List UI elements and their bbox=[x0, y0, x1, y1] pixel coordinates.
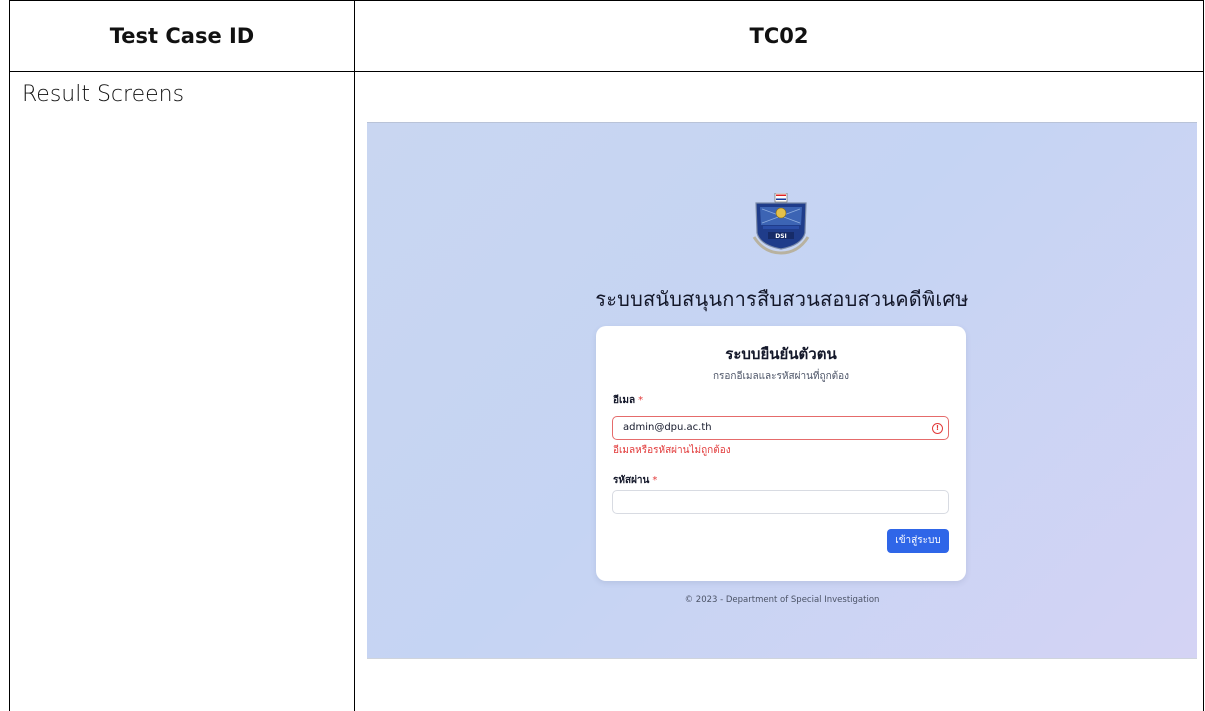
footer-copyright: © 2023 - Department of Special Investiga… bbox=[684, 595, 880, 605]
screenshot-divider bbox=[367, 658, 1197, 659]
test-case-id-value: TC02 bbox=[749, 24, 809, 48]
password-label-text: รหัสผ่าน bbox=[613, 475, 650, 486]
login-button[interactable]: เข้าสู่ระบบ bbox=[887, 529, 949, 553]
result-screens-label: Result Screens bbox=[22, 82, 185, 107]
error-icon: ! bbox=[932, 423, 943, 434]
card-title: ระบบยืนยันตัวตน bbox=[725, 345, 837, 363]
dsi-logo: DSI bbox=[752, 193, 810, 255]
password-field[interactable] bbox=[612, 490, 949, 514]
card-subtitle: กรอกอีเมลและรหัสผ่านที่ถูกต้อง bbox=[712, 371, 850, 382]
email-error-message: อีเมลหรือรหัสผ่านไม่ถูกต้อง bbox=[613, 445, 731, 456]
site-title: ระบบสนับสนุนการสืบสวนสอบสวนคดีพิเศษ bbox=[595, 287, 969, 311]
header-label-cell: Test Case ID bbox=[9, 0, 355, 72]
password-label: รหัสผ่าน * bbox=[613, 473, 657, 488]
result-screens-cell: Result Screens bbox=[9, 71, 355, 711]
password-required-mark: * bbox=[652, 475, 658, 486]
email-label: อีเมล * bbox=[613, 393, 643, 408]
email-field[interactable]: admin@dpu.ac.th bbox=[612, 416, 949, 440]
email-label-text: อีเมล bbox=[613, 395, 636, 406]
test-case-id-label: Test Case ID bbox=[109, 24, 255, 48]
email-required-mark: * bbox=[638, 395, 644, 406]
logo-text: DSI bbox=[775, 233, 787, 240]
login-screenshot: DSI ระบบสนับสนุนการสืบสวนสอบสวนคดีพิเศษ … bbox=[367, 122, 1197, 658]
login-card: ระบบยืนยันตัวตน กรอกอีเมลและรหัสผ่านที่ถ… bbox=[596, 326, 966, 581]
header-value-cell: TC02 bbox=[354, 0, 1204, 72]
